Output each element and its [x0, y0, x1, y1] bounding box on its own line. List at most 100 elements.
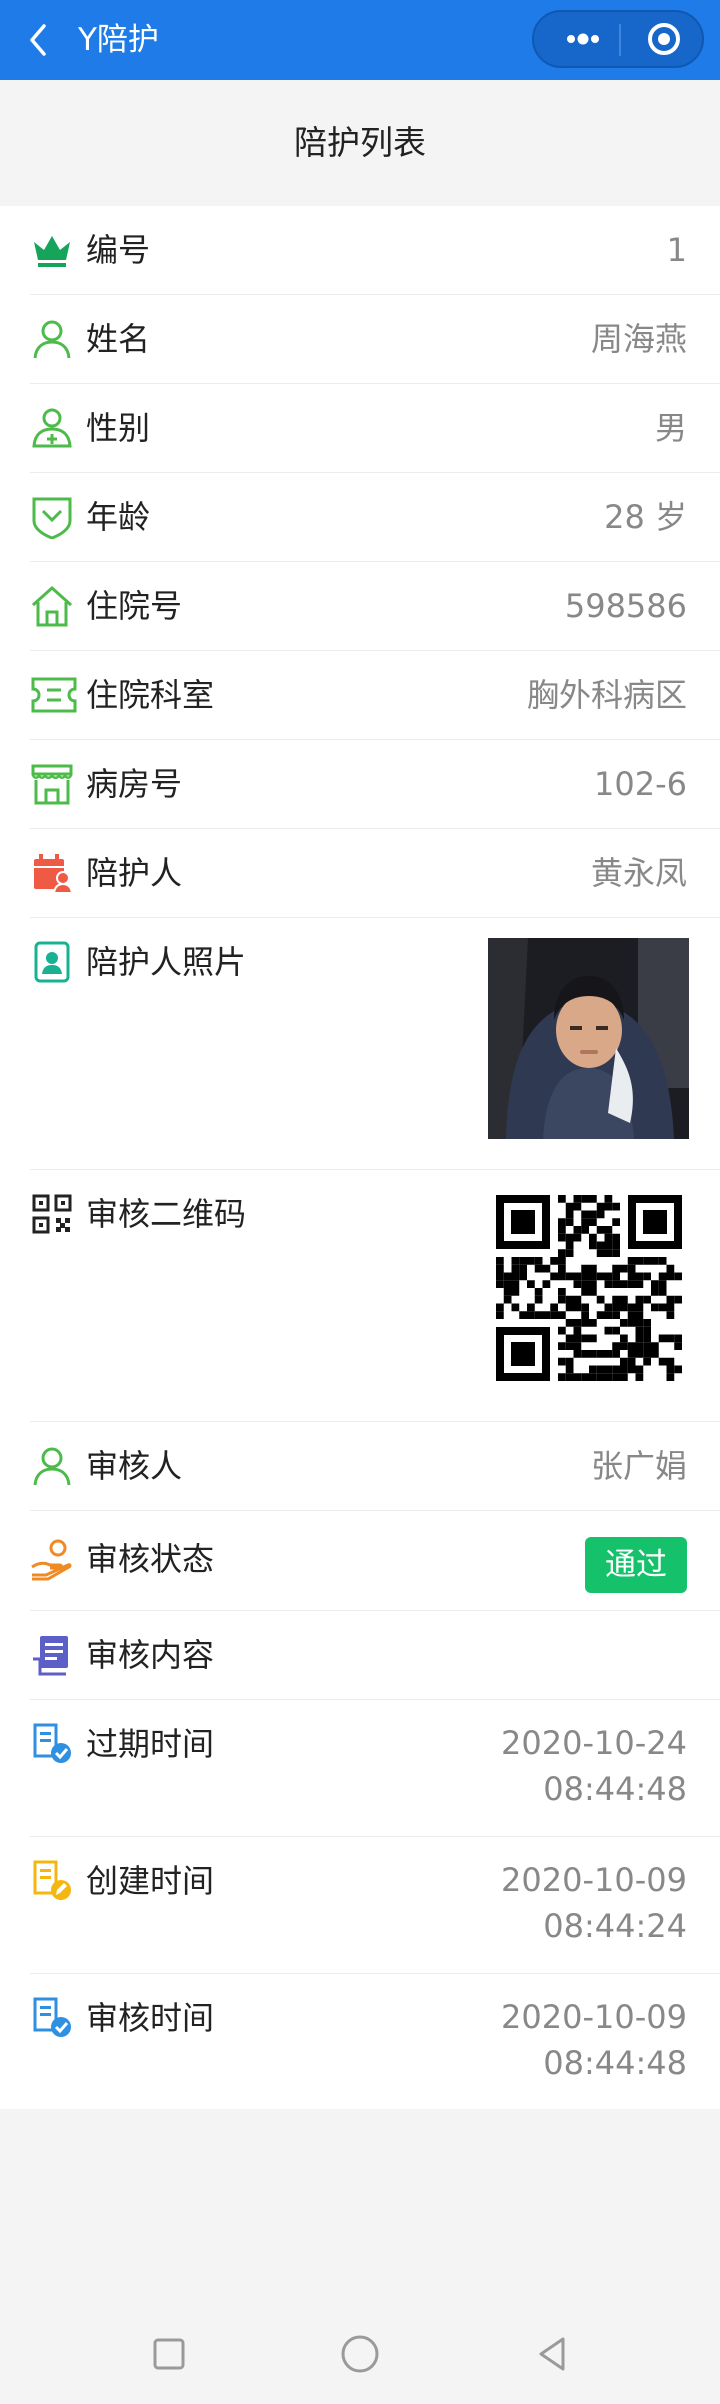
qr-module — [565, 1249, 574, 1257]
qr-module — [527, 1280, 535, 1288]
qr-module — [589, 1195, 597, 1203]
expire-date: 2020-10-24 — [501, 1724, 687, 1762]
circle-icon[interactable] — [335, 2329, 385, 2379]
qr-module — [604, 1195, 613, 1203]
create-clock: 08:44:24 — [543, 1907, 687, 1945]
qr-module — [620, 1357, 628, 1366]
qr-module — [503, 1295, 512, 1304]
row-review-status: 审核状态 通过 — [0, 1511, 720, 1611]
qr-module — [604, 1241, 613, 1250]
qr-module — [612, 1311, 620, 1319]
qr-module — [573, 1326, 582, 1335]
qr-module — [612, 1233, 620, 1242]
qr-module — [658, 1303, 667, 1312]
square-icon[interactable] — [144, 2329, 194, 2379]
expire-time-label: 过期时间 — [86, 1725, 215, 1763]
qr-module — [620, 1334, 628, 1343]
qr-module — [503, 1280, 512, 1288]
qr-module — [511, 1264, 520, 1273]
row-review-qr: 审核二维码 — [0, 1170, 720, 1422]
target-icon[interactable] — [629, 12, 699, 66]
qr-module — [581, 1311, 589, 1319]
qr-module — [503, 1272, 512, 1281]
qr-module — [666, 1334, 675, 1343]
qr-module — [604, 1326, 613, 1335]
more-dots-icon[interactable] — [548, 12, 618, 66]
review-status-label: 审核状态 — [86, 1540, 215, 1578]
app-title: Y陪护 — [78, 22, 159, 58]
qr-module — [573, 1334, 582, 1343]
qr-module — [674, 1365, 682, 1374]
qr-module — [635, 1326, 644, 1335]
qr-module — [604, 1365, 613, 1374]
qr-module — [581, 1350, 589, 1358]
qr-module — [627, 1272, 636, 1281]
qr-module — [620, 1303, 628, 1312]
qr-module — [651, 1342, 659, 1350]
qr-module — [511, 1257, 520, 1265]
qr-module — [620, 1342, 628, 1350]
qr-module — [496, 1280, 504, 1288]
qr-module — [565, 1373, 574, 1381]
status-badge: 通过 — [585, 1537, 687, 1593]
capsule-divider — [619, 24, 621, 56]
qr-module — [581, 1272, 589, 1281]
hand-coin-icon — [30, 1537, 74, 1581]
qr-module — [589, 1241, 597, 1250]
qr-module — [573, 1295, 582, 1304]
expire-clock: 08:44:48 — [543, 1770, 687, 1808]
qr-module — [573, 1272, 582, 1281]
qr-module — [550, 1311, 558, 1319]
qr-module — [674, 1272, 682, 1281]
review-qr-code[interactable] — [496, 1195, 682, 1381]
row-age: 年龄 28 岁 — [0, 473, 720, 562]
qr-module — [573, 1202, 582, 1211]
qr-module — [604, 1373, 613, 1381]
qr-module — [604, 1350, 613, 1358]
triangle-back-icon[interactable] — [528, 2329, 578, 2379]
qr-module — [596, 1241, 605, 1250]
qr-module — [651, 1350, 659, 1358]
qr-module — [612, 1365, 620, 1374]
app-header: Y陪护 — [0, 0, 720, 80]
qr-module — [527, 1303, 535, 1312]
qr-module — [573, 1226, 582, 1234]
qr-module — [612, 1342, 620, 1350]
qr-module — [635, 1295, 644, 1304]
qr-module — [496, 1272, 504, 1281]
qr-module — [581, 1303, 589, 1312]
qr-module — [558, 1373, 566, 1381]
qr-module — [589, 1233, 597, 1242]
qr-module — [604, 1303, 613, 1312]
row-admission-no: 住院号 598586 — [0, 562, 720, 651]
qr-module — [658, 1280, 667, 1288]
home-icon — [30, 584, 74, 628]
qr-module — [635, 1311, 644, 1319]
qr-module — [589, 1365, 597, 1374]
caregiver-photo[interactable] — [488, 938, 689, 1139]
qr-module — [581, 1218, 589, 1226]
qr-module — [596, 1249, 605, 1257]
qr-module — [534, 1257, 543, 1265]
qr-module — [534, 1295, 543, 1304]
qr-module — [596, 1210, 605, 1219]
qr-module — [620, 1373, 628, 1381]
qr-module — [565, 1319, 574, 1327]
back-arrow-icon[interactable] — [22, 20, 58, 60]
qr-module — [612, 1280, 620, 1288]
gender-label: 性别 — [86, 409, 151, 447]
row-caregiver: 陪护人 黄永凤 — [0, 829, 720, 918]
mini-program-capsule — [532, 10, 704, 68]
qr-module — [558, 1295, 566, 1304]
qr-module — [558, 1249, 566, 1257]
qr-module — [635, 1303, 644, 1312]
qr-module — [542, 1311, 551, 1319]
qr-module — [558, 1195, 566, 1203]
qr-module — [511, 1288, 520, 1296]
number-value: 1 — [666, 231, 687, 269]
qr-module — [496, 1303, 504, 1312]
qr-module — [651, 1303, 659, 1312]
qr-module — [573, 1373, 582, 1381]
qr-module — [627, 1311, 636, 1319]
row-name: 姓名 周海燕 — [0, 295, 720, 384]
